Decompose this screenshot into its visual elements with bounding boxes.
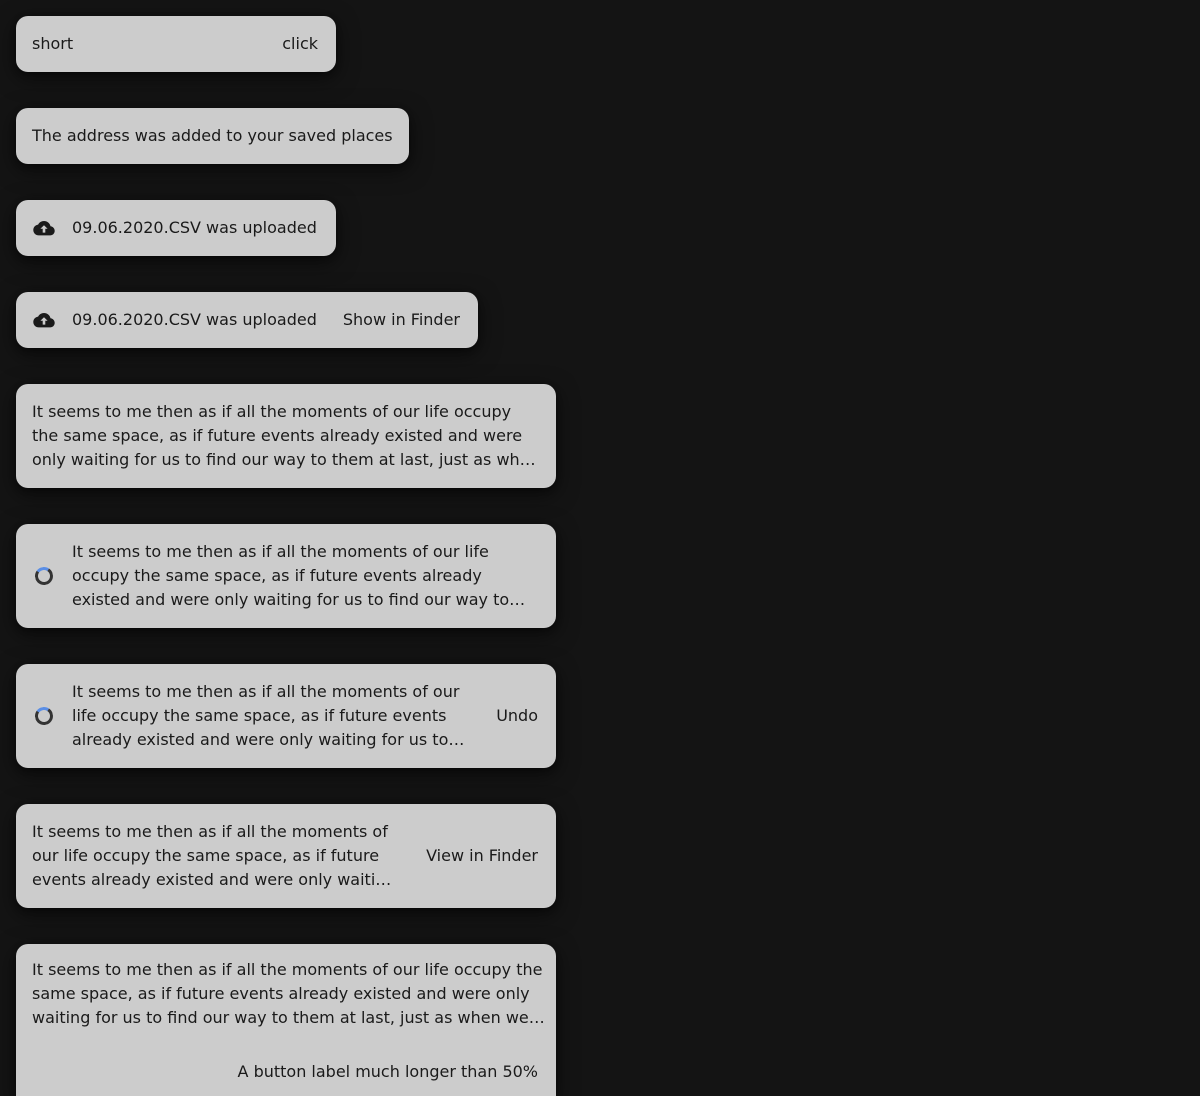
long-label-button[interactable]: A button label much longer than 50% <box>238 1060 538 1084</box>
undo-button[interactable]: Undo <box>496 704 538 728</box>
toast-message: 09.06.2020.CSV was uploaded <box>72 310 317 329</box>
toast-gallery: short click The address was added to you… <box>0 0 1200 1096</box>
loading-spinner-icon <box>32 704 56 728</box>
toast-message: It seems to me then as if all the moment… <box>72 682 460 749</box>
toast-message: 09.06.2020.CSV was uploaded <box>72 218 317 237</box>
toast-short: short click <box>16 16 336 72</box>
cloud-upload-icon <box>32 216 56 240</box>
toast-message: short <box>32 34 74 53</box>
toast-message: It seems to me then as if all the moment… <box>32 822 396 889</box>
toast-long-text-loading-undo: It seems to me then as if all the moment… <box>16 664 556 768</box>
toast-message: It seems to me then as if all the moment… <box>32 960 543 1027</box>
loading-spinner-icon <box>32 564 56 588</box>
toast-long-text-loading: It seems to me then as if all the moment… <box>16 524 556 628</box>
toast-long-text-view-finder: It seems to me then as if all the moment… <box>16 804 556 908</box>
toast-saved-place: The address was added to your saved plac… <box>16 108 409 164</box>
click-button[interactable]: click <box>282 32 318 56</box>
toast-long-text-long-action: It seems to me then as if all the moment… <box>16 944 556 1096</box>
view-in-finder-button[interactable]: View in Finder <box>426 844 538 868</box>
cloud-upload-icon <box>32 308 56 332</box>
toast-message: The address was added to your saved plac… <box>32 126 393 145</box>
show-in-finder-button[interactable]: Show in Finder <box>343 308 460 332</box>
toast-upload-with-action: 09.06.2020.CSV was uploaded Show in Find… <box>16 292 478 348</box>
toast-message: It seems to me then as if all the moment… <box>72 542 510 609</box>
toast-message: It seems to me then as if all the moment… <box>32 402 540 469</box>
toast-long-text: It seems to me then as if all the moment… <box>16 384 556 488</box>
toast-upload: 09.06.2020.CSV was uploaded <box>16 200 336 256</box>
